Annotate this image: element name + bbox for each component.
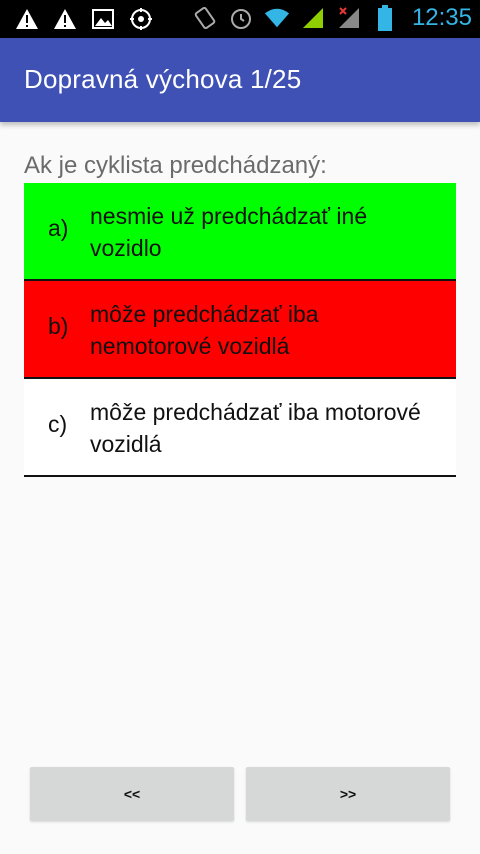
clock-time: 12:35: [411, 4, 472, 31]
answer-text: môže predchádzať iba motorové vozidlá: [90, 399, 421, 457]
image-icon: [90, 6, 116, 32]
answer-list: a) nesmie už predchádzať iné vozidlo b) …: [24, 183, 456, 477]
next-button[interactable]: >>: [246, 767, 450, 821]
answer-option-c[interactable]: c) môže predchádzať iba motorové vozidlá: [24, 379, 456, 477]
answer-letter: b): [48, 313, 69, 339]
warning-icon: [52, 6, 78, 32]
screen-rotation-icon: [192, 5, 218, 31]
app-bar: Dopravná výchova 1/25: [0, 38, 480, 122]
answer-text: nesmie už predchádzať iné vozidlo: [90, 203, 368, 261]
previous-button[interactable]: <<: [30, 767, 234, 821]
alarm-icon: [228, 5, 254, 31]
app-bar-title: Dopravná výchova 1/25: [24, 64, 302, 94]
answer-option-a[interactable]: a) nesmie už predchádzať iné vozidlo: [24, 183, 456, 281]
battery-icon: [372, 5, 398, 31]
signal-no-data-icon: [336, 5, 362, 31]
signal-icon: [300, 5, 326, 31]
answer-text: môže predchádzať iba nemotorové vozidlá: [90, 301, 319, 359]
status-bar: 12:35: [0, 0, 480, 38]
answer-letter: c): [48, 411, 68, 437]
answer-letter: a): [48, 215, 69, 241]
settings-sync-icon: [128, 6, 154, 32]
wifi-icon: [264, 5, 290, 31]
answer-option-b[interactable]: b) môže predchádzať iba nemotorové vozid…: [24, 281, 456, 379]
warning-icon: [14, 6, 40, 32]
question-text: Ak je cyklista predchádzaný:: [24, 152, 327, 179]
